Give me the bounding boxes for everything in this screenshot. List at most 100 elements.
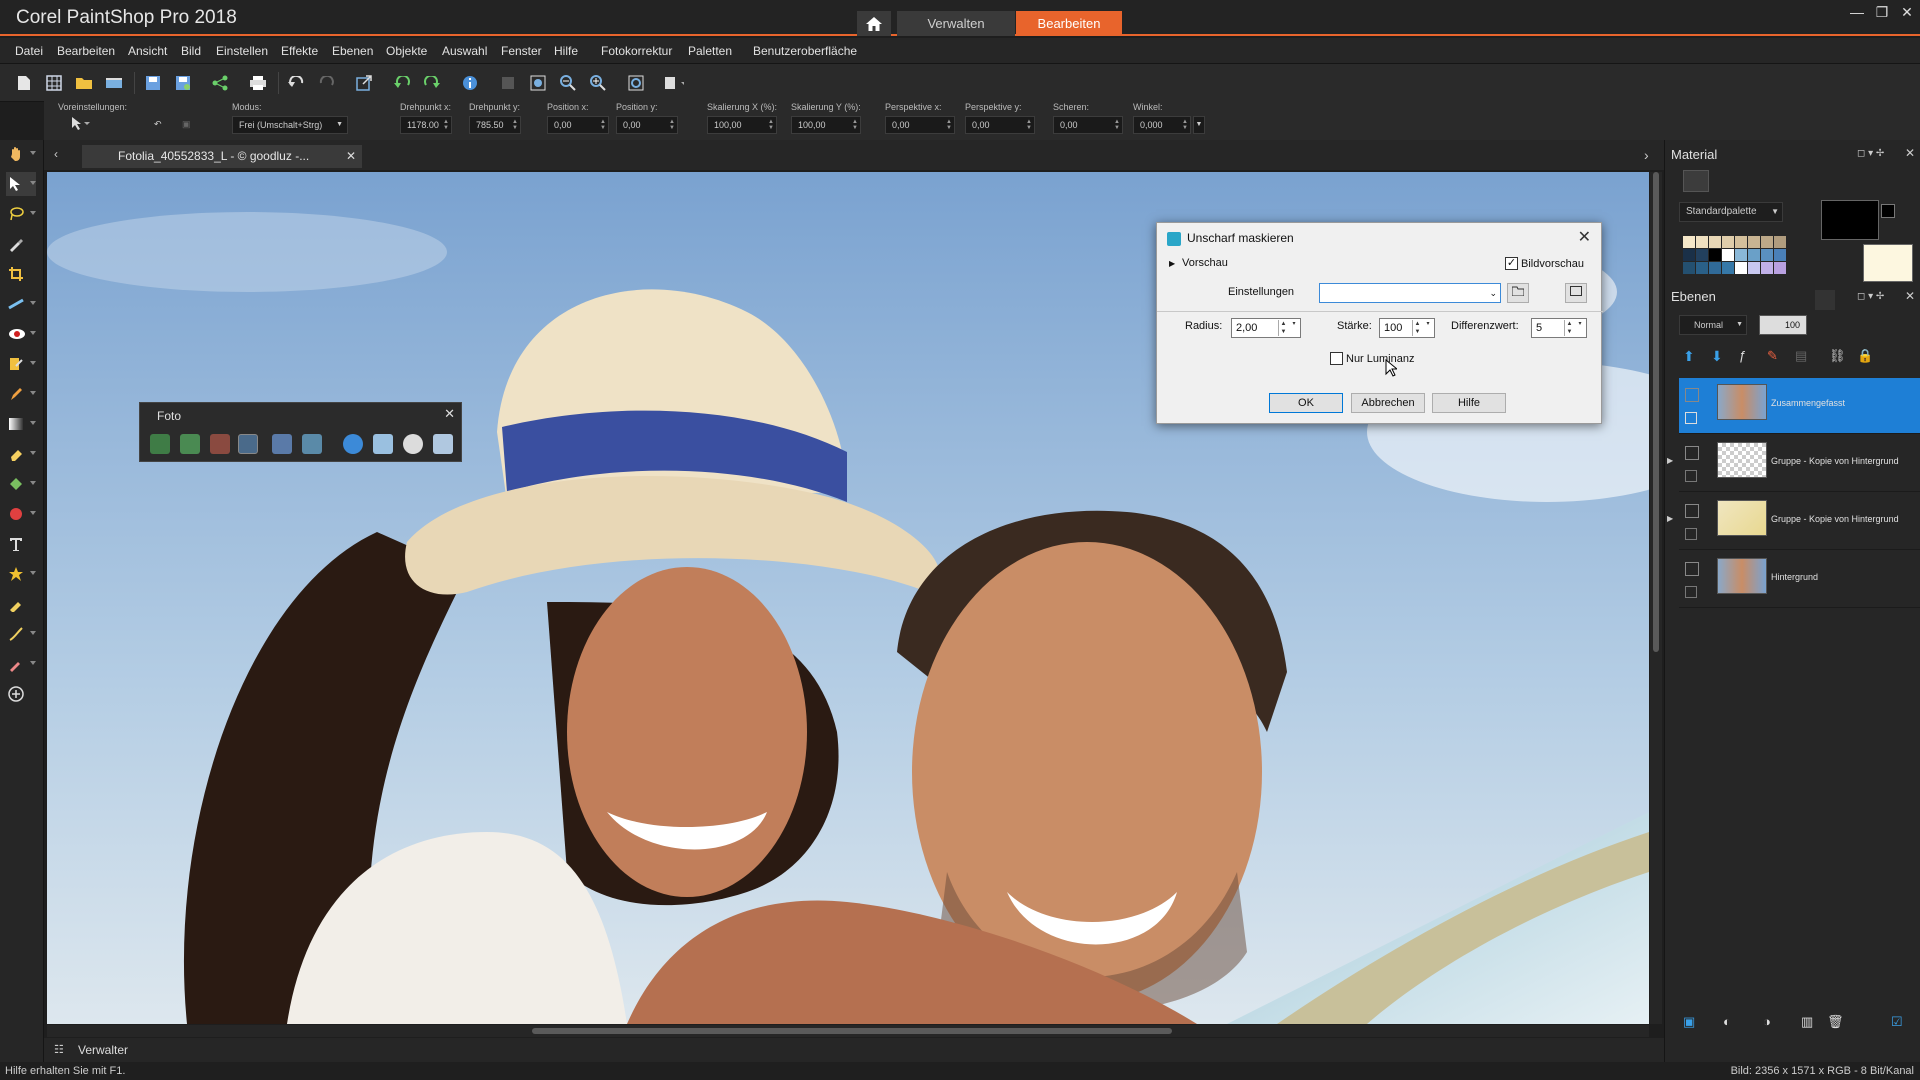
layer-visibility-icon[interactable] xyxy=(1685,388,1699,402)
ok-button[interactable]: OK xyxy=(1269,393,1343,413)
foto-close-icon[interactable]: ✕ xyxy=(444,406,455,422)
undo-icon[interactable] xyxy=(286,73,306,93)
add-tool-icon[interactable] xyxy=(6,682,36,706)
horizontal-scroll-thumb[interactable] xyxy=(532,1028,1172,1034)
document-tab[interactable]: Fotolia_40552833_L - © goodluz -... ✕ xyxy=(82,145,362,168)
options-more-icon[interactable]: ▼ xyxy=(1193,116,1205,134)
menu-bild[interactable]: Bild xyxy=(181,44,201,58)
paint-brush-icon[interactable] xyxy=(6,592,36,616)
new-file-icon[interactable] xyxy=(14,73,34,93)
scale-y-field[interactable]: 100,00 ▲ ▼ xyxy=(791,116,861,134)
texture-view-icon[interactable] xyxy=(1747,170,1773,192)
help-button[interactable]: Hilfe xyxy=(1432,393,1506,413)
menu-ansicht[interactable]: Ansicht xyxy=(128,44,167,58)
organizer-label[interactable]: Verwalter xyxy=(78,1043,128,1057)
dialog-close-icon[interactable]: ✕ xyxy=(1578,227,1591,247)
new-raster-layer-icon[interactable]: ⬆ xyxy=(1683,348,1695,365)
pen-tool-icon[interactable] xyxy=(6,622,36,646)
perspective-x-field[interactable]: 0,00 ▲ ▼ xyxy=(885,116,955,134)
clone-tool-icon[interactable] xyxy=(6,352,36,376)
palette-toggle-icon[interactable] xyxy=(498,73,518,93)
palette-select[interactable]: Standardpalette ▼ xyxy=(1679,202,1783,222)
dropper-tool-2-icon[interactable] xyxy=(6,652,36,676)
vertical-scrollbar[interactable] xyxy=(1650,172,1662,1024)
radius-field[interactable]: 2,00 ▲ ▼ ▾ xyxy=(1231,318,1301,338)
restore-icon[interactable]: ❐ xyxy=(1870,2,1894,22)
unsharp-mask-icon[interactable] xyxy=(238,434,258,454)
dropper-tool-icon[interactable] xyxy=(6,232,36,256)
position-x-field[interactable]: 0,00 ▲ ▼ xyxy=(547,116,609,134)
layer-link-icon[interactable] xyxy=(1685,586,1697,598)
gradient-view-icon[interactable] xyxy=(1715,170,1741,192)
foreground-color-swatch[interactable] xyxy=(1821,200,1879,240)
menu-auswahl[interactable]: Auswahl xyxy=(442,44,487,58)
position-y-field[interactable]: 0,00 ▲ ▼ xyxy=(616,116,678,134)
save-as-icon[interactable] xyxy=(173,73,193,93)
apply-icon[interactable]: ▣ xyxy=(176,116,196,134)
layer-link-icon[interactable] xyxy=(1685,528,1697,540)
home-button[interactable] xyxy=(857,11,891,36)
layer-row[interactable]: ▶ Gruppe - Kopie von Hintergrund xyxy=(1667,436,1920,492)
layer-visibility-icon[interactable] xyxy=(1685,504,1699,518)
panel-options-icon[interactable]: ◻ ▾ ✢ xyxy=(1857,148,1884,159)
shape-tool-icon[interactable] xyxy=(6,562,36,586)
redo-icon[interactable] xyxy=(317,73,337,93)
pick-tool-icon[interactable] xyxy=(6,172,36,196)
material-close-icon[interactable]: ✕ xyxy=(1905,146,1915,160)
organizer-icon[interactable]: ☷ xyxy=(54,1043,64,1056)
rotate-left-icon[interactable] xyxy=(392,73,412,93)
menu-benutzeroberflaeche[interactable]: Benutzeroberfläche xyxy=(753,44,857,58)
menu-hilfe[interactable]: Hilfe xyxy=(554,44,578,58)
merge-icon[interactable]: ▥ xyxy=(1801,1014,1813,1030)
minimize-icon[interactable]: — xyxy=(1845,2,1869,22)
save-preset-button[interactable] xyxy=(1565,283,1587,303)
open-folder-icon[interactable] xyxy=(74,73,94,93)
delete-layer-icon[interactable]: 🗑 xyxy=(1827,1014,1844,1030)
lasso-tool-icon[interactable] xyxy=(6,202,36,226)
contrast-icon[interactable] xyxy=(302,434,322,454)
rotate-right-icon[interactable] xyxy=(422,73,442,93)
menu-objekte[interactable]: Objekte xyxy=(386,44,427,58)
straighten-tool-icon[interactable] xyxy=(6,292,36,316)
info-icon[interactable] xyxy=(460,73,480,93)
zoom-in-icon[interactable] xyxy=(588,73,608,93)
vertical-scroll-thumb[interactable] xyxy=(1653,172,1659,652)
expand-icon[interactable]: ▶ xyxy=(1667,456,1673,465)
layer-visibility-icon[interactable] xyxy=(1685,446,1699,460)
pivot-x-field[interactable]: 1178.00 ▲ ▼ xyxy=(400,116,452,134)
menu-paletten[interactable]: Paletten xyxy=(688,44,732,58)
expand-icon[interactable]: ▶ xyxy=(1667,514,1673,523)
save-icon[interactable] xyxy=(143,73,163,93)
swatch-view-icon[interactable] xyxy=(1683,170,1709,192)
new-grid-icon[interactable] xyxy=(44,73,64,93)
crop-tool-icon[interactable] xyxy=(6,262,36,286)
perspective-y-field[interactable]: 0,00 ▲ ▼ xyxy=(965,116,1035,134)
menu-fenster[interactable]: Fenster xyxy=(501,44,542,58)
scroll-right-icon[interactable]: › xyxy=(1644,147,1649,163)
layer-visibility-icon[interactable] xyxy=(1685,562,1699,576)
text-tool-icon[interactable] xyxy=(6,532,36,556)
layer-properties-icon[interactable]: ☑ xyxy=(1891,1014,1903,1030)
close-tab-icon[interactable]: ✕ xyxy=(346,145,356,168)
layers-close-icon[interactable]: ✕ xyxy=(1905,289,1915,303)
extras-icon[interactable] xyxy=(664,73,684,93)
fill-tool-icon[interactable] xyxy=(6,472,36,496)
menu-datei[interactable]: Datei xyxy=(15,44,43,58)
fit-window-icon[interactable] xyxy=(528,73,548,93)
pivot-y-field[interactable]: 785.50 ▲ ▼ xyxy=(469,116,521,134)
share-icon[interactable] xyxy=(210,73,230,93)
presets-dropdown[interactable] xyxy=(64,116,94,134)
preview-toggle-icon[interactable]: ▶ xyxy=(1169,259,1175,268)
mask-icon[interactable]: ✎ xyxy=(1767,348,1778,364)
group-icon[interactable]: ▤ xyxy=(1795,348,1807,364)
zoom-out-icon[interactable] xyxy=(558,73,578,93)
layer-link-icon[interactable] xyxy=(1685,470,1697,482)
tab-manage[interactable]: Verwalten xyxy=(897,11,1015,36)
strength-field[interactable]: 100 ▲ ▼ ▾ xyxy=(1379,318,1435,338)
menu-bearbeiten[interactable]: Bearbeiten xyxy=(57,44,115,58)
tab-edit[interactable]: Bearbeiten xyxy=(1016,11,1122,36)
red-eye-fix-icon[interactable] xyxy=(210,434,230,454)
color-changer-tool-icon[interactable] xyxy=(6,502,36,526)
preview-toggle[interactable]: Vorschau xyxy=(1182,257,1228,269)
cancel-button[interactable]: Abbrechen xyxy=(1351,393,1425,413)
